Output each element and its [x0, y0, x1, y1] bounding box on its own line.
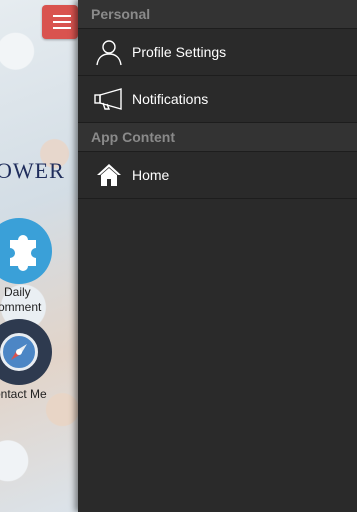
menu-item-label: Notifications [132, 91, 209, 107]
hamburger-icon-bar [53, 21, 71, 23]
shortcut-label: Daily [4, 285, 31, 299]
navigation-drawer: Personal Profile Settings Notifications … [78, 0, 357, 512]
menu-toggle-button[interactable] [42, 5, 78, 39]
menu-item-profile-settings[interactable]: Profile Settings [78, 29, 357, 76]
daily-comment-shortcut[interactable] [0, 218, 52, 284]
shortcut-label: ontact Me [0, 387, 47, 401]
section-header-app-content: App Content [78, 123, 357, 152]
compass-icon [0, 333, 38, 371]
shortcut-label: omment [0, 300, 42, 314]
user-icon [94, 37, 124, 67]
brand-logo-text: OWER [0, 158, 65, 183]
megaphone-icon [94, 84, 124, 114]
puzzle-icon [10, 235, 36, 271]
hamburger-icon-bar [53, 27, 71, 29]
contact-me-shortcut[interactable] [0, 319, 52, 385]
menu-item-label: Home [132, 167, 170, 183]
menu-item-label: Profile Settings [132, 44, 227, 60]
background-app: OWER Daily omment ontact Me [0, 0, 78, 512]
home-icon [94, 160, 124, 190]
section-header-personal: Personal [78, 0, 357, 29]
menu-item-home[interactable]: Home [78, 152, 357, 199]
hamburger-icon-bar [53, 15, 71, 17]
menu-item-notifications[interactable]: Notifications [78, 76, 357, 123]
